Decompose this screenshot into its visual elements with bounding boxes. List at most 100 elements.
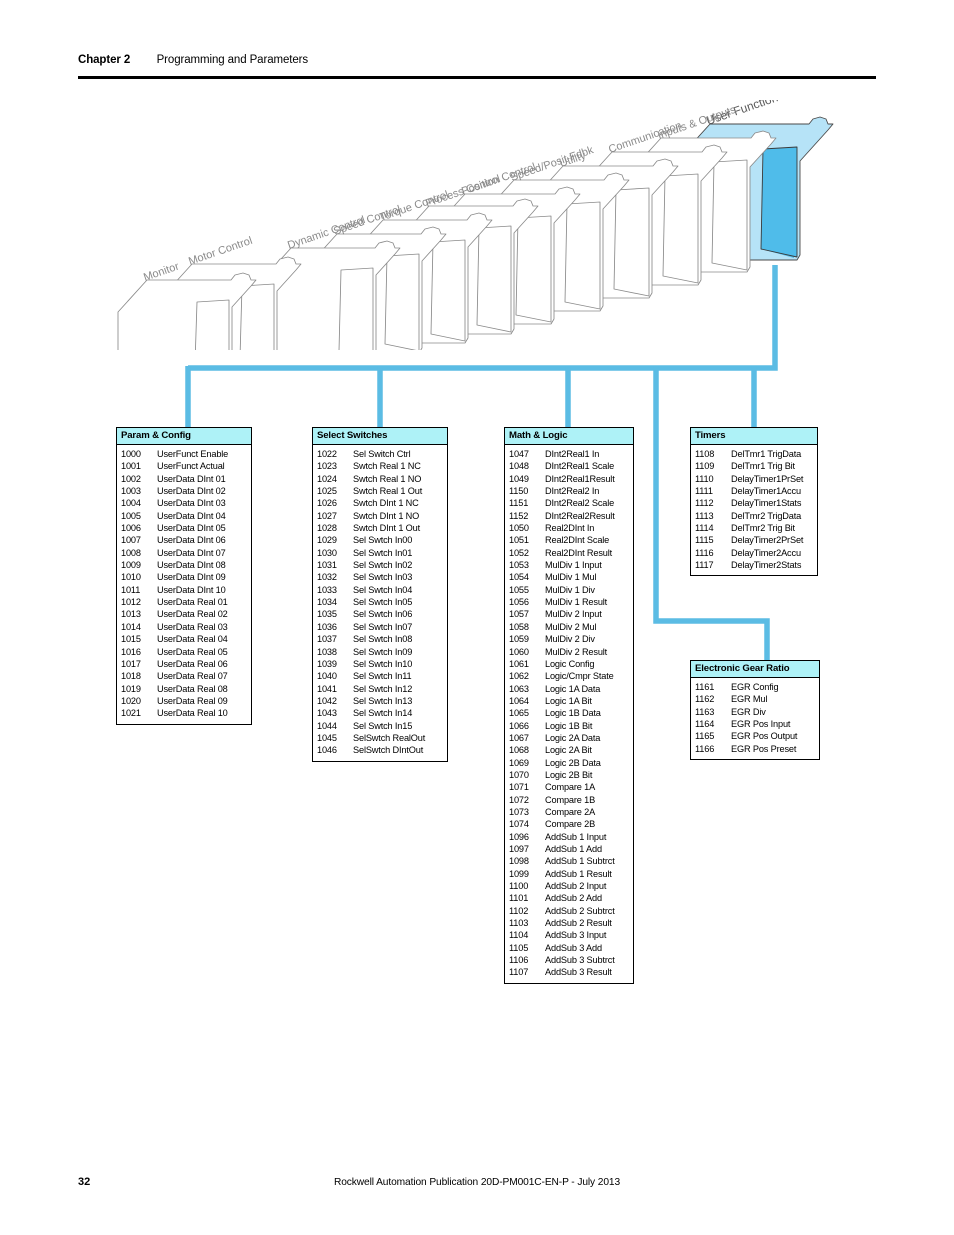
parameter-number: 1060: [509, 646, 529, 657]
parameter-name: Compare 2B: [545, 819, 596, 830]
parameter-name: Real2DInt Result: [545, 547, 613, 558]
parameter-name: Compare 1A: [545, 782, 596, 793]
parameter-number: 1027: [317, 510, 337, 521]
table-row: 1019 UserData Real 08: [117, 683, 251, 695]
table-row: 1057 MulDiv 2 Input: [505, 608, 633, 620]
folder-stack-diagram: User Functions Inputs & Outputs Communic…: [110, 100, 840, 350]
parameter-name: DInt2Real1 In: [545, 449, 600, 459]
parameter-name: DelTmr2 TrigData: [731, 510, 802, 521]
parameter-name: Swtch Real 1 NO: [353, 473, 422, 484]
table-row: 1030 Sel Swtch In01: [313, 547, 447, 559]
parameter-number: 1004: [121, 498, 141, 509]
parameter-name: Sel Swtch In08: [353, 634, 413, 645]
parameter-number: 1017: [121, 658, 141, 669]
parameter-number: 1024: [317, 473, 337, 484]
parameter-name: DelayTimer1Accu: [731, 486, 801, 497]
parameter-name: Swtch Real 1 Out: [353, 486, 423, 497]
parameter-name: Logic 2B Data: [545, 757, 601, 768]
parameter-name: DelayTimer1PrSet: [731, 473, 804, 484]
table-row: 1034 Sel Swtch In05: [313, 596, 447, 608]
parameter-number: 1066: [509, 720, 529, 731]
parameter-name: AddSub 2 Subtrct: [545, 905, 615, 916]
table-row: 1026 Swtch DInt 1 NC: [313, 497, 447, 509]
parameter-name: AddSub 1 Subtrct: [545, 856, 615, 867]
table-row: 1058 MulDiv 2 Mul: [505, 621, 633, 633]
parameter-number: 1100: [509, 881, 529, 892]
table-select-switches: Select Switches 1022 Sel Switch Ctrl 1023 S…: [312, 427, 448, 762]
parameter-number: 1062: [509, 671, 529, 682]
table-row: 1043 Sel Swtch In14: [313, 707, 447, 719]
parameter-number: 1020: [121, 695, 141, 706]
parameter-number: 1161: [695, 682, 715, 692]
parameter-name: Sel Swtch In00: [353, 535, 413, 546]
parameter-number: 1042: [317, 695, 337, 706]
parameter-name: EGR Pos Input: [731, 719, 791, 730]
parameter-name: UserData DInt 04: [157, 510, 226, 521]
parameter-number: 1028: [317, 523, 337, 534]
parameter-name: Sel Swtch In06: [353, 609, 413, 620]
parameter-number: 1115: [695, 535, 714, 546]
parameter-name: AddSub 2 Result: [545, 918, 612, 929]
table-row: 1040 Sel Swtch In11: [313, 670, 447, 682]
table-row: 1054 MulDiv 1 Mul: [505, 571, 633, 583]
table-row: 1027 Swtch DInt 1 NO: [313, 510, 447, 522]
parameter-name: UserData Real 10: [157, 708, 228, 719]
parameter-number: 1000: [121, 449, 141, 459]
parameter-number: 1106: [509, 955, 529, 966]
parameter-number: 1002: [121, 473, 141, 484]
parameter-number: 1005: [121, 510, 141, 521]
parameter-number: 1166: [695, 743, 715, 754]
parameter-name: Sel Swtch In02: [353, 560, 413, 571]
parameter-number: 1029: [317, 535, 337, 546]
table-row: 1064 Logic 1A Bit: [505, 695, 633, 707]
table-row: 1002 UserData DInt 01: [117, 473, 251, 485]
parameter-name: UserData Real 02: [157, 609, 228, 620]
table-row: 1009 UserData DInt 08: [117, 559, 251, 571]
table-row: 1037 Sel Swtch In08: [313, 633, 447, 645]
table-row: 1067 Logic 2A Data: [505, 732, 633, 744]
table-row: 1021 UserData Real 10: [117, 707, 251, 719]
parameter-number: 1022: [317, 449, 337, 459]
parameter-number: 1098: [509, 856, 529, 867]
table-row: 1164 EGR Pos Input: [691, 718, 819, 730]
parameter-name: AddSub 1 Add: [545, 844, 602, 854]
parameter-number: 1014: [121, 621, 141, 632]
parameter-name: EGR Config: [731, 682, 779, 692]
parameter-name: Compare 1B: [545, 794, 596, 805]
table-row: 1105 AddSub 3 Add: [505, 942, 633, 954]
parameter-name: Sel Swtch In15: [353, 720, 413, 731]
parameter-name: Real2DInt In: [545, 523, 595, 534]
parameter-name: UserData Real 04: [157, 634, 228, 645]
table-row: 1000 UserFunct Enable: [117, 448, 251, 460]
parameter-name: AddSub 3 Input: [545, 930, 607, 941]
table-row: 1061 Logic Config: [505, 658, 633, 670]
table-row: 1066 Logic 1B Bit: [505, 720, 633, 732]
table-timers: Timers 1108 DelTmr1 TrigData 1109 DelTmr1 T…: [690, 427, 818, 577]
table-row: 1013 UserData Real 02: [117, 608, 251, 620]
table-row: 1032 Sel Swtch In03: [313, 571, 447, 583]
parameter-name: Sel Swtch In07: [353, 621, 413, 632]
table-electronic-gear-ratio: Electronic Gear Ratio 1161 EGR Config 1162…: [690, 660, 820, 761]
parameter-name: EGR Pos Output: [731, 731, 798, 742]
parameter-name: MulDiv 2 Div: [545, 634, 595, 645]
parameter-name: Logic 1A Data: [545, 683, 601, 694]
parameter-number: 1164: [695, 719, 715, 730]
parameter-name: MulDiv 1 Result: [545, 597, 608, 608]
table-row: 1020 UserData Real 09: [117, 695, 251, 707]
parameter-number: 1111: [695, 486, 713, 497]
parameter-name: DelayTimer2Stats: [731, 560, 802, 571]
parameter-name: MulDiv 2 Mul: [545, 621, 597, 632]
parameter-number: 1048: [509, 461, 529, 472]
parameter-name: EGR Mul: [731, 694, 768, 705]
parameter-number: 1105: [509, 942, 529, 953]
table-row: 1028 Swtch DInt 1 Out: [313, 522, 447, 534]
table-row: 1059 MulDiv 2 Div: [505, 633, 633, 645]
parameter-number: 1037: [317, 634, 337, 645]
parameter-number: 1008: [121, 547, 141, 558]
parameter-number: 1109: [695, 461, 715, 472]
parameter-name: SelSwtch RealOut: [353, 732, 426, 743]
parameter-number: 1107: [509, 967, 529, 978]
parameter-number: 1099: [509, 868, 529, 879]
parameter-number: 1046: [317, 745, 337, 756]
table-row: 1102 AddSub 2 Subtrct: [505, 905, 633, 917]
